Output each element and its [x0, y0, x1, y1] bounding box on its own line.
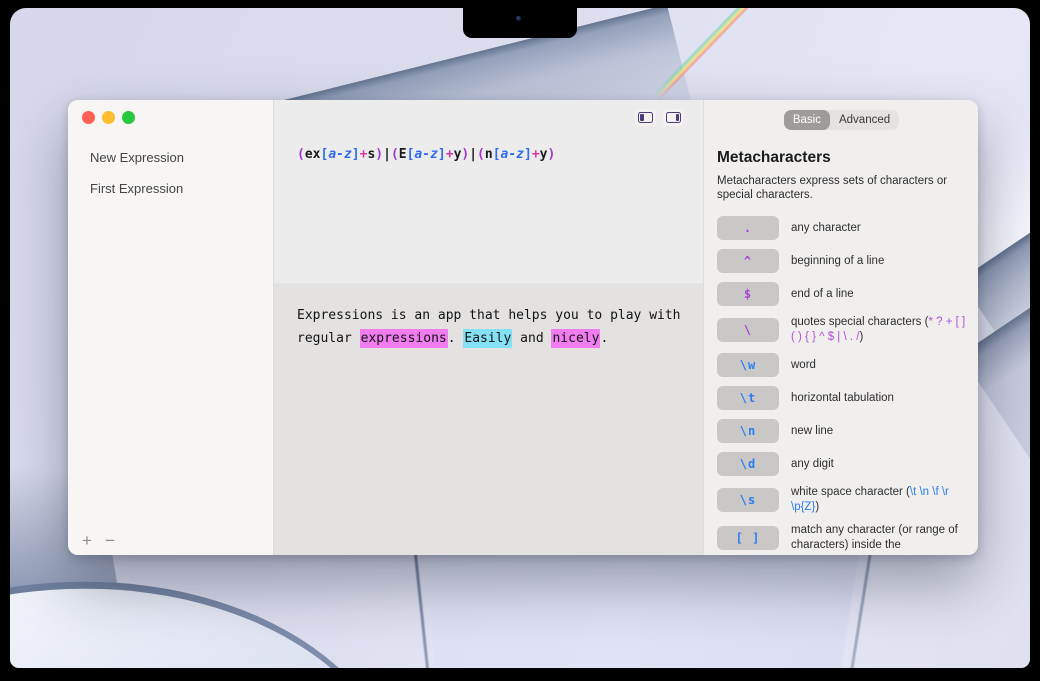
sidebar-footer: + − — [82, 532, 115, 549]
toggle-left-panel-button[interactable] — [635, 109, 656, 126]
sample-text[interactable]: Expressions is an app that helps you to … — [274, 284, 703, 555]
metacharacter-badge: \t — [717, 386, 779, 410]
metacharacter-row[interactable]: . any character — [717, 216, 966, 240]
display-screen: New ExpressionFirst Expression + − (ex[a… — [10, 8, 1030, 668]
segmented-control: BasicAdvanced — [784, 110, 899, 130]
inspector-panel: BasicAdvanced Metacharacters Metacharact… — [703, 100, 978, 555]
traffic-lights — [82, 111, 135, 124]
inspector-title: Metacharacters — [717, 149, 966, 167]
metacharacter-description: match any character (or range of charact… — [791, 523, 966, 552]
expression-list: New ExpressionFirst Expression — [68, 142, 273, 204]
toggle-right-panel-icon — [666, 112, 681, 123]
metacharacter-row[interactable]: [ ] match any character (or range of char… — [717, 523, 966, 552]
metacharacter-badge: \n — [717, 419, 779, 443]
metacharacter-badge: [ ] — [717, 526, 779, 550]
metacharacter-row[interactable]: \ quotes special characters (* ? + [ ] ( … — [717, 315, 966, 344]
metacharacter-list: . any character ^ beginning of a line $ end o… — [717, 216, 966, 552]
metacharacter-description: beginning of a line — [791, 254, 884, 269]
sidebar: New ExpressionFirst Expression + − — [68, 100, 274, 555]
toggle-right-panel-button[interactable] — [663, 109, 684, 126]
metacharacter-row[interactable]: $ end of a line — [717, 282, 966, 306]
match-highlight: nicely — [551, 329, 600, 348]
metacharacter-badge: \ — [717, 318, 779, 342]
metacharacter-row[interactable]: \t horizontal tabulation — [717, 386, 966, 410]
tab-basic[interactable]: Basic — [784, 110, 830, 130]
metacharacter-description: new line — [791, 424, 833, 439]
tab-advanced[interactable]: Advanced — [830, 110, 899, 130]
zoom-button[interactable] — [122, 111, 135, 124]
metacharacter-row[interactable]: \n new line — [717, 419, 966, 443]
camera-icon — [516, 16, 521, 21]
metacharacter-description: end of a line — [791, 287, 854, 302]
metacharacter-description: quotes special characters (* ? + [ ] ( )… — [791, 315, 966, 344]
sidebar-item[interactable]: New Expression — [68, 142, 273, 173]
metacharacter-badge: ^ — [717, 249, 779, 273]
panel-toggles — [635, 109, 684, 126]
minimize-button[interactable] — [102, 111, 115, 124]
metacharacter-row[interactable]: \d any digit — [717, 452, 966, 476]
metacharacter-description: any character — [791, 221, 861, 236]
metacharacter-description: any digit — [791, 457, 834, 472]
regex-input-pane[interactable]: (ex[a-z]+s)|(E[a-z]+y)|(n[a-z]+y) — [274, 100, 703, 284]
metacharacter-badge: \s — [717, 488, 779, 512]
metacharacter-row[interactable]: ^ beginning of a line — [717, 249, 966, 273]
editor-area: (ex[a-z]+s)|(E[a-z]+y)|(n[a-z]+y) Expres… — [274, 100, 703, 555]
add-expression-button[interactable]: + — [82, 532, 92, 549]
metacharacter-row[interactable]: \w word — [717, 353, 966, 377]
match-highlight: expressions — [360, 329, 448, 348]
metacharacter-badge: \d — [717, 452, 779, 476]
regex-pattern[interactable]: (ex[a-z]+s)|(E[a-z]+y)|(n[a-z]+y) — [297, 147, 555, 162]
metacharacter-description: word — [791, 358, 816, 373]
remove-expression-button[interactable]: − — [105, 532, 115, 549]
sidebar-item[interactable]: First Expression — [68, 173, 273, 204]
display-notch — [463, 8, 577, 38]
metacharacter-badge: \w — [717, 353, 779, 377]
inspector-description: Metacharacters express sets of character… — [717, 174, 969, 202]
metacharacter-badge: . — [717, 216, 779, 240]
match-highlight: Easily — [463, 329, 512, 348]
close-button[interactable] — [82, 111, 95, 124]
metacharacter-row[interactable]: \s white space character (\t \n \f \r \p{… — [717, 485, 966, 514]
metacharacter-description: horizontal tabulation — [791, 391, 894, 406]
metacharacter-badge: $ — [717, 282, 779, 306]
metacharacter-description: white space character (\t \n \f \r \p{Z}… — [791, 485, 966, 514]
toggle-left-panel-icon — [638, 112, 653, 123]
expressions-app-window: New ExpressionFirst Expression + − (ex[a… — [68, 100, 978, 555]
